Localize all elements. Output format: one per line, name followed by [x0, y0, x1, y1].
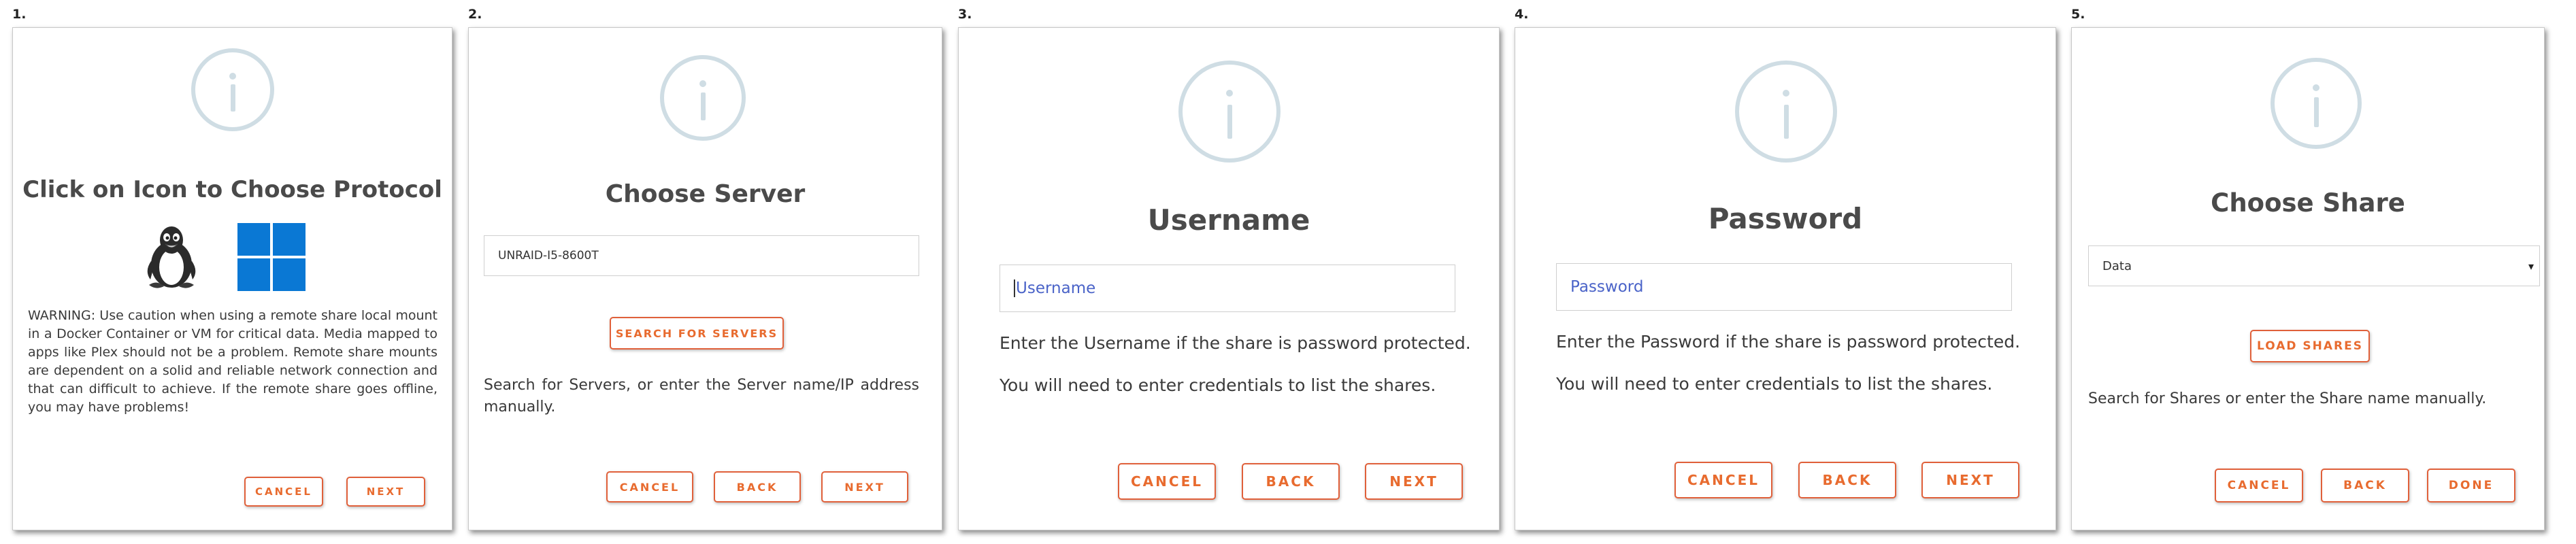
info-icon	[2270, 58, 2362, 149]
next-button[interactable]: NEXT	[1921, 462, 2019, 498]
step-2-number: 2.	[468, 7, 482, 22]
cancel-button[interactable]: CANCEL	[1674, 462, 1772, 498]
next-button[interactable]: NEXT	[346, 477, 425, 507]
share-select[interactable]: Data ▾	[2088, 245, 2540, 286]
step-1-panel: Click on Icon to Choose Protocol WARNING…	[12, 27, 452, 530]
step-2-panel: Choose Server UNRAID-I5-8600T SEARCH FOR…	[468, 27, 942, 530]
back-button[interactable]: BACK	[1798, 462, 1896, 498]
info-icon	[660, 55, 746, 141]
share-help-text: Search for Shares or enter the Share nam…	[2088, 390, 2487, 407]
info-icon	[191, 48, 274, 131]
text-caret	[1014, 279, 1015, 297]
step-2-title: Choose Server	[605, 180, 806, 208]
server-input[interactable]: UNRAID-I5-8600T	[484, 235, 919, 276]
username-placeholder: Username	[1016, 279, 1096, 297]
back-button[interactable]: BACK	[714, 471, 801, 503]
credentials-help-text: You will need to enter credentials to li…	[1556, 374, 1993, 394]
password-input[interactable]: Password	[1556, 263, 2012, 311]
cancel-button[interactable]: CANCEL	[244, 477, 323, 507]
info-icon	[1735, 61, 1837, 163]
credentials-help-text: You will need to enter credentials to li…	[1000, 375, 1436, 395]
step-4-panel: Password Password Enter the Password if …	[1515, 27, 2056, 530]
share-select-value: Data	[2102, 258, 2132, 273]
password-help-text: Enter the Password if the share is passw…	[1556, 332, 2021, 352]
step-1-number: 1.	[12, 7, 27, 22]
done-button[interactable]: DONE	[2427, 469, 2515, 503]
back-button[interactable]: BACK	[1242, 463, 1340, 500]
server-input-value: UNRAID-I5-8600T	[498, 249, 599, 262]
username-input[interactable]: Username	[1000, 265, 1455, 312]
next-button[interactable]: NEXT	[821, 471, 908, 503]
step-5-number: 5.	[2071, 7, 2085, 22]
step-3-panel: Username Username Enter the Username if …	[958, 27, 1500, 530]
step-5-title: Choose Share	[2211, 188, 2405, 218]
dropdown-arrow-icon: ▾	[2528, 259, 2534, 273]
windows-icon[interactable]	[237, 223, 306, 291]
cancel-button[interactable]: CANCEL	[1118, 463, 1216, 500]
warning-text: WARNING: Use caution when using a remote…	[28, 308, 437, 415]
step-3-number: 3.	[958, 7, 972, 22]
step-3-title: Username	[1147, 203, 1310, 237]
search-for-servers-button[interactable]: SEARCH FOR SERVERS	[610, 317, 784, 350]
linux-tux-icon[interactable]	[141, 224, 202, 292]
password-placeholder: Password	[1570, 278, 1644, 296]
server-help-text: Search for Servers, or enter the Server …	[484, 377, 919, 415]
back-button[interactable]: BACK	[2321, 469, 2409, 503]
load-shares-button[interactable]: LOAD SHARES	[2250, 330, 2370, 362]
step-4-title: Password	[1708, 202, 1863, 235]
step-4-number: 4.	[1515, 7, 1529, 22]
cancel-button[interactable]: CANCEL	[606, 471, 693, 503]
next-button[interactable]: NEXT	[1365, 463, 1463, 500]
step-1-title: Click on Icon to Choose Protocol	[22, 176, 442, 203]
username-help-text: Enter the Username if the share is passw…	[1000, 333, 1471, 353]
cancel-button[interactable]: CANCEL	[2215, 469, 2303, 503]
step-5-panel: Choose Share Data ▾ LOAD SHARES Search f…	[2071, 27, 2545, 530]
info-icon	[1178, 61, 1281, 163]
